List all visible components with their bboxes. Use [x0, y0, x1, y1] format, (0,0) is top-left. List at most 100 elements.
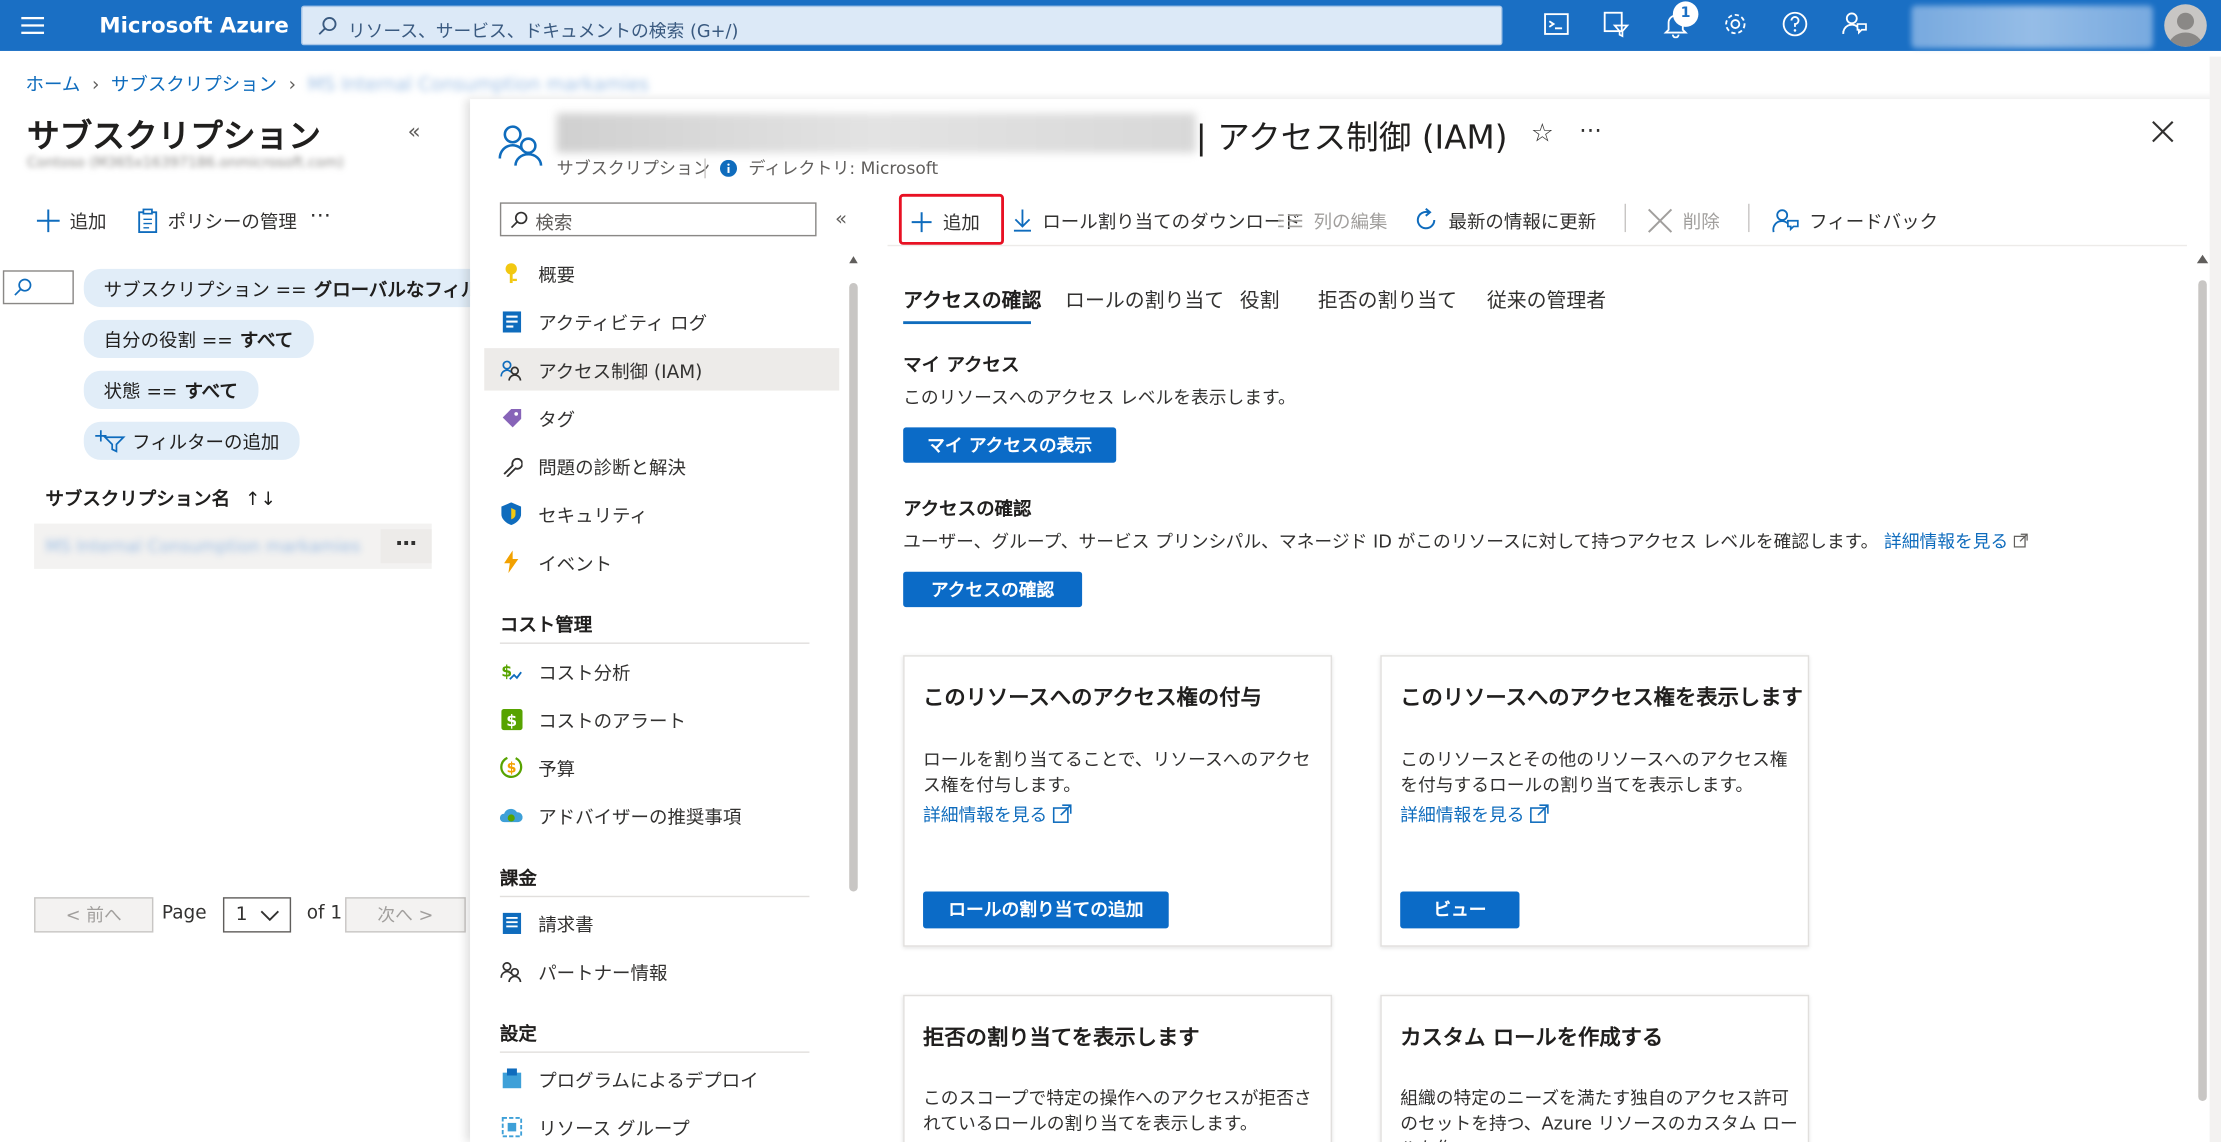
row-more-button[interactable]: ⋯ — [380, 529, 432, 564]
hamburger-menu-icon[interactable] — [17, 13, 48, 38]
menu-item-activity-log[interactable]: アクティビティ ログ — [484, 300, 839, 342]
directory-info: ディレクトリ: Microsoft — [704, 156, 938, 180]
table-row[interactable]: MS Internal Consumption markamies ⋯ — [34, 523, 432, 569]
download-assignments-button[interactable]: ロール割り当てのダウンロード — [1013, 207, 1301, 233]
menu-scroll-thumb[interactable] — [849, 283, 858, 892]
tag-icon — [500, 406, 523, 429]
menu-item-invoices[interactable]: 請求書 — [484, 901, 839, 943]
advisor-icon — [499, 804, 523, 827]
breadcrumb-home[interactable]: ホーム — [26, 75, 81, 96]
add-subscription-button[interactable]: 追加 — [36, 207, 107, 233]
favorite-star-icon[interactable]: ☆ — [1531, 119, 1554, 149]
settings-gear-icon[interactable] — [1721, 10, 1752, 41]
feedback-icon[interactable] — [1840, 10, 1871, 41]
card-description: 組織の特定のニーズを満たす独自のアクセス許可のセットを持つ、Azure リソース… — [1400, 1086, 1798, 1142]
card-grant-access: このリソースへのアクセス権の付与 ロールを割り当てることで、リソースへのアクセス… — [903, 655, 1333, 947]
breadcrumb-separator: › — [91, 75, 100, 97]
sort-icon[interactable]: ↑↓ — [245, 490, 276, 511]
check-access-button[interactable]: アクセスの確認 — [903, 571, 1083, 608]
subscription-name-cell[interactable]: MS Internal Consumption markamies — [45, 536, 360, 556]
close-icon[interactable] — [2150, 119, 2176, 144]
tab-deny-assignments[interactable]: 拒否の割り当て — [1318, 286, 1457, 314]
breadcrumb-subscriptions[interactable]: サブスクリプション — [111, 75, 277, 96]
view-card-button[interactable]: ビュー — [1400, 891, 1520, 929]
menu-item-resource-groups[interactable]: リソース グループ — [484, 1105, 839, 1142]
next-page-button[interactable]: 次へ > — [345, 897, 466, 933]
edit-columns-button[interactable]: 列の編集 — [1278, 207, 1387, 233]
learn-more-link[interactable]: 詳細情報を見る — [1884, 531, 2008, 552]
menu-item-security[interactable]: セキュリティ — [484, 492, 839, 534]
cost-analysis-icon: $ — [500, 659, 523, 682]
tab-roles[interactable]: 役割 — [1240, 286, 1280, 314]
my-access-description: このリソースへのアクセス レベルを表示します。 — [903, 386, 1296, 408]
resource-group-icon — [500, 1115, 523, 1138]
menu-item-iam[interactable]: アクセス制御 (IAM) — [484, 348, 840, 391]
avatar[interactable] — [2164, 4, 2207, 47]
manage-policy-button[interactable]: ポリシーの管理 — [136, 207, 297, 233]
filter-pill-subscription[interactable]: サブスクリプション == グローバルなフィルター — [83, 268, 537, 308]
svg-text:$: $ — [507, 761, 517, 777]
card-description: ロールを割り当てることで、リソースへのアクセス権を付与します。 — [923, 748, 1311, 796]
collapse-pane-icon[interactable]: « — [408, 119, 421, 144]
divider — [499, 895, 810, 898]
delete-button[interactable]: 削除 — [1647, 207, 1720, 233]
filter-pill-state[interactable]: 状態 == すべて — [83, 370, 258, 409]
menu-item-programmatic-deploy[interactable]: プログラムによるデプロイ — [484, 1057, 839, 1099]
clipboard-icon — [138, 207, 158, 233]
breadcrumb-separator: › — [288, 75, 297, 97]
card-title: カスタム ロールを作成する — [1400, 1024, 1664, 1051]
refresh-button[interactable]: 最新の情報に更新 — [1414, 207, 1596, 233]
add-filter-button[interactable]: フィルターの追加 — [83, 421, 300, 460]
content-scroll-thumb[interactable] — [2198, 280, 2207, 1101]
page-title: サブスクリプション — [26, 118, 321, 156]
menu-item-overview[interactable]: 概要 — [484, 252, 839, 294]
lightning-icon — [500, 550, 523, 574]
menu-item-cost-analysis[interactable]: $ コスト分析 — [484, 650, 839, 692]
cloud-shell-icon[interactable] — [1542, 10, 1573, 41]
page-scrollbar[interactable] — [2209, 56, 2221, 1142]
chevron-down-icon — [260, 910, 279, 922]
menu-section-settings: 設定 — [499, 1024, 537, 1046]
prev-page-button[interactable]: < 前へ — [34, 897, 154, 933]
account-info-blurred[interactable] — [1911, 5, 2153, 49]
check-access-description: ユーザー、グループ、サービス プリンシパル、マネージド ID がこのリソースに対… — [903, 526, 2029, 553]
people-icon — [500, 358, 523, 381]
breadcrumb-current[interactable]: MS Internal Consumption markamies — [308, 75, 649, 96]
active-tab-indicator — [903, 321, 1031, 325]
brand-title[interactable]: Microsoft Azure — [99, 13, 288, 38]
card-deny-assignments: 拒否の割り当てを表示します このスコープで特定の操作へのアクセスが拒否されている… — [903, 994, 1333, 1142]
more-options-button[interactable]: ⋯ — [1579, 116, 1602, 143]
menu-item-budget[interactable]: $ 予算 — [484, 746, 839, 788]
card-learn-more-link[interactable]: 詳細情報を見る — [1400, 800, 1548, 827]
check-access-heading: アクセスの確認 — [903, 499, 1032, 521]
divider — [499, 1051, 810, 1053]
card-view-access: このリソースへのアクセス権を表示します このリソースとその他のリソースへのアクセ… — [1380, 655, 1810, 947]
menu-item-partner[interactable]: パートナー情報 — [484, 950, 839, 992]
page-select[interactable]: 1 — [222, 897, 292, 933]
global-search-input[interactable]: リソース、サービス、ドキュメントの検索 (G+/) — [301, 5, 1503, 46]
help-icon[interactable] — [1781, 10, 1812, 41]
invoice-icon — [500, 911, 523, 934]
filter-pill-role[interactable]: 自分の役割 == すべて — [83, 319, 314, 359]
add-role-assignment-button[interactable]: 追加 — [898, 193, 1004, 245]
menu-item-events[interactable]: イベント — [484, 541, 839, 583]
menu-item-tags[interactable]: タグ — [484, 396, 839, 438]
menu-item-diagnose[interactable]: 問題の診断と解決 — [484, 444, 839, 486]
add-role-assignment-card-button[interactable]: ロールの割り当ての追加 — [923, 891, 1169, 929]
collapse-menu-icon[interactable]: « — [835, 208, 847, 231]
breadcrumb: ホーム › サブスクリプション › MS Internal Consumptio… — [26, 69, 655, 96]
tab-role-assignments[interactable]: ロールの割り当て — [1065, 286, 1224, 314]
tab-check-access[interactable]: アクセスの確認 — [903, 286, 1041, 314]
more-commands-button[interactable]: ⋯ — [310, 202, 331, 227]
filter-search-input[interactable] — [2, 270, 74, 305]
menu-item-advisor[interactable]: アドバイザーの推奨事項 — [484, 794, 839, 836]
column-header-subscription-name[interactable]: サブスクリプション名 ↑↓ — [45, 484, 276, 511]
menu-item-cost-alerts[interactable]: $ コストのアラート — [484, 698, 839, 740]
menu-search-input[interactable]: 検索 — [499, 202, 817, 237]
view-my-access-button[interactable]: マイ アクセスの表示 — [903, 427, 1117, 463]
card-learn-more-link[interactable]: 詳細情報を見る — [923, 800, 1071, 827]
directory-filter-icon[interactable] — [1602, 10, 1633, 41]
feedback-button[interactable]: フィードバック — [1772, 207, 1938, 233]
separator — [704, 157, 706, 178]
tab-classic-administrators[interactable]: 従来の管理者 — [1487, 286, 1606, 314]
